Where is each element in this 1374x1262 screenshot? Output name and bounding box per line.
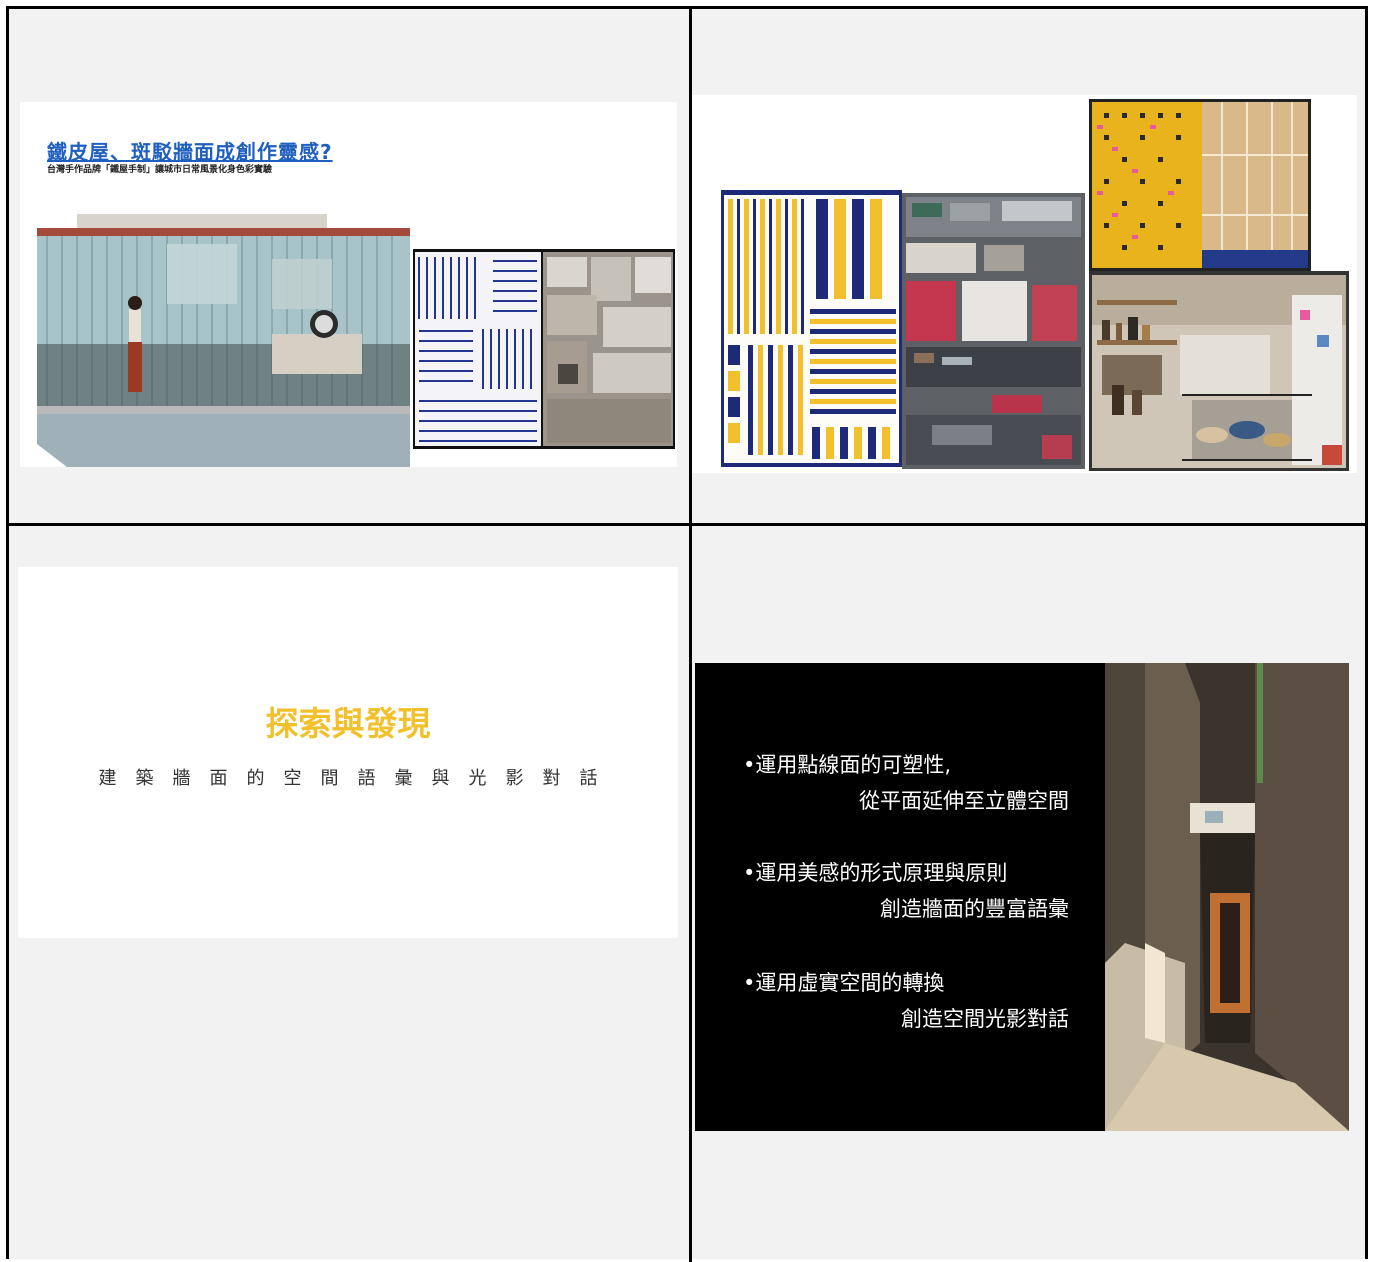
rooftop-photo: [902, 193, 1085, 469]
slide-3-subtitle: 建築牆面的空間語彙與光影對話: [98, 768, 617, 789]
slide-4-text-panel: •運用點線面的可塑性, 從平面延伸至立體空間 •運用美感的形式原理與原則 創造牆…: [695, 663, 1105, 1131]
bullet-1-line-2: 從平面延伸至立體空間: [859, 789, 1069, 813]
artwork-photo-collage: [692, 95, 1357, 473]
bullet-2-line-2: 創造牆面的豐富語彙: [880, 897, 1069, 921]
yellow-grid-artwork: [1089, 99, 1311, 271]
slide-1-subtitle: 台灣手作品牌「鐵屋手制」讓城市日常風景化身色彩實驗: [47, 165, 273, 175]
slide-1-title: 鐵皮屋、斑駁牆面成創作靈感?: [47, 140, 333, 164]
grid-horizontal-divider: [9, 523, 1365, 526]
kitchen-shelf-photo: [1089, 271, 1349, 471]
slide-3[interactable]: 探索與發現 建築牆面的空間語彙與光影對話: [18, 567, 678, 938]
stripe-collage-artwork: [413, 249, 675, 449]
slide-grid: 鐵皮屋、斑駁牆面成創作靈感? 台灣手作品牌「鐵屋手制」讓城市日常風景化身色彩實驗: [6, 6, 1368, 1262]
bullet-3-line-1: •運用虛實空間的轉換: [743, 971, 945, 995]
bullet-1-line-1: •運用點線面的可塑性,: [743, 753, 952, 777]
slide-2[interactable]: [692, 95, 1357, 473]
slide-3-title: 探索與發現: [265, 704, 431, 743]
bullet-3-line-2: 創造空間光影對話: [901, 1007, 1069, 1031]
bullet-2-line-1: •運用美感的形式原理與原則: [743, 861, 1008, 885]
corridor-light-photo: [1105, 663, 1349, 1131]
slide-1[interactable]: 鐵皮屋、斑駁牆面成創作靈感? 台灣手作品牌「鐵屋手制」讓城市日常風景化身色彩實驗: [20, 102, 677, 467]
corrugated-building-photo: [37, 214, 410, 467]
slide-4[interactable]: •運用點線面的可塑性, 從平面延伸至立體空間 •運用美感的形式原理與原則 創造牆…: [695, 663, 1349, 1131]
